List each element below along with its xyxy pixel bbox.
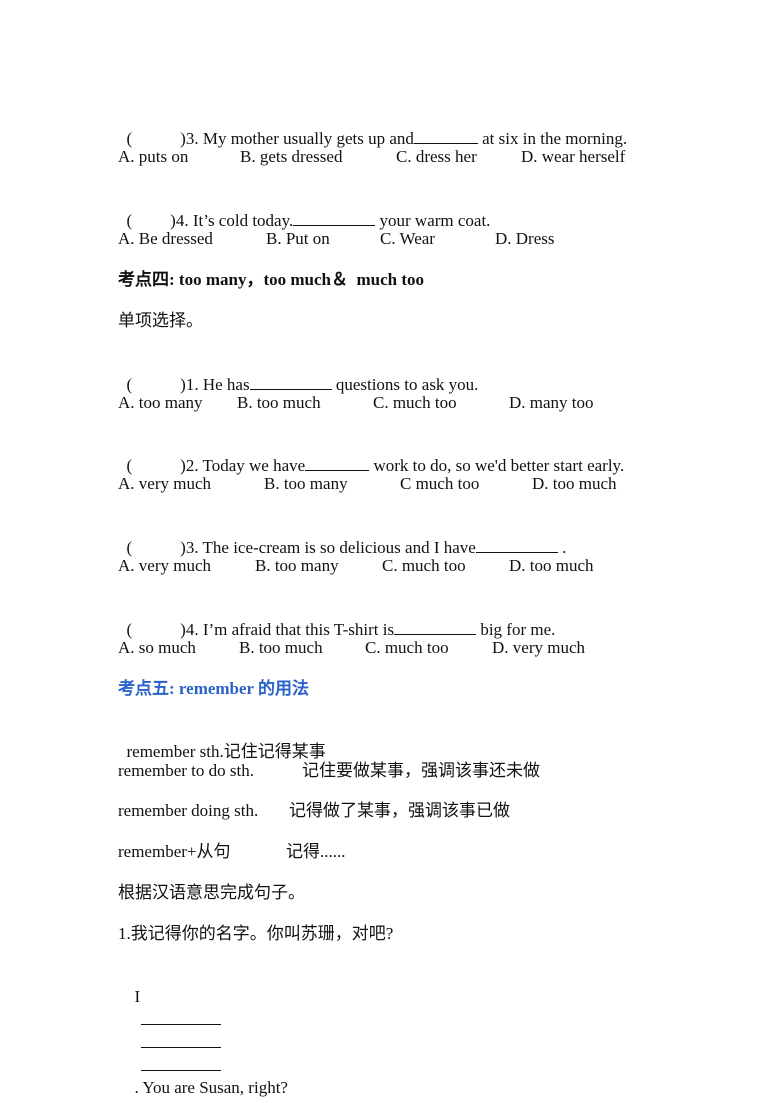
answer-blank[interactable] <box>140 1054 221 1071</box>
question-4-options: A. Be dressed B. Put on C. Wear D. Dress <box>118 228 718 250</box>
option-a: A. so much <box>118 638 196 657</box>
option-a: A. Be dressed <box>118 229 213 248</box>
answer-blank[interactable] <box>394 618 477 635</box>
answer-blank[interactable] <box>475 536 558 553</box>
usage-phrase: remember doing sth. <box>118 801 259 820</box>
option-b: B. too much <box>237 393 321 412</box>
option-c: C. dress her <box>396 147 477 166</box>
option-d: D. too much <box>532 474 617 493</box>
question-2-options: A. very much B. too many C much too D. t… <box>118 473 718 495</box>
answer-blank[interactable] <box>140 1008 221 1025</box>
answer-blank[interactable] <box>305 454 370 471</box>
option-a: A. puts on <box>118 147 189 166</box>
question-4-stem: ()4. I’m afraid that this T-shirt is big… <box>118 596 556 641</box>
option-a: A. too many <box>118 393 203 412</box>
question-1-stem: ()1. He has questions to ask you. <box>118 351 479 396</box>
usage-row: remember doing sth. 记得做了某事，强调该事已做 <box>118 800 718 822</box>
answer-blank[interactable] <box>249 373 332 390</box>
question-3-options: A. very much B. too many C. much too D. … <box>118 555 718 577</box>
option-c: C. much too <box>365 638 449 657</box>
usage-meaning: 记得...... <box>286 842 346 861</box>
answer-blank[interactable] <box>140 1031 221 1048</box>
usage-meaning: 记住要做某事，强调该事还未做 <box>302 761 540 780</box>
section-4-heading: 考点四: too many，too much＆ much too <box>118 270 424 289</box>
translation-answer-line: I . You are Susan, right? <box>126 964 288 1099</box>
answer-blank[interactable] <box>293 209 376 226</box>
option-d: D. Dress <box>495 229 555 248</box>
usage-row: remember to do sth. 记住要做某事，强调该事还未做 <box>118 760 718 782</box>
option-d: D. very much <box>492 638 586 657</box>
option-b: B. too much <box>239 638 323 657</box>
option-a: A. very much <box>118 556 212 575</box>
option-b: B. Put on <box>266 229 330 248</box>
usage-meaning: 记得做了某事，强调该事已做 <box>289 801 510 820</box>
answer-blank[interactable] <box>413 127 478 144</box>
option-d: D. many too <box>509 393 594 412</box>
option-b: B. too many <box>255 556 339 575</box>
usage-phrase: remember+从句 <box>118 842 231 861</box>
option-c: C much too <box>400 474 480 493</box>
section-4-instruction: 单项选择。 <box>118 311 203 330</box>
usage-row: remember sth.记住记得某事 <box>118 719 326 763</box>
answer-end: . You are Susan, right? <box>134 1078 288 1097</box>
question-3-stem: ()3. The ice-cream is so delicious and I… <box>118 514 567 559</box>
usage-row: remember+从句 记得...... <box>118 841 718 863</box>
option-b: B. gets dressed <box>240 147 343 166</box>
option-c: C. Wear <box>380 229 435 248</box>
usage-phrase: remember sth. <box>126 742 224 761</box>
option-d: D. wear herself <box>521 147 626 166</box>
option-d: D. too much <box>509 556 594 575</box>
question-4-stem: ()4. It’s cold today. your warm coat. <box>118 187 491 232</box>
option-a: A. very much <box>118 474 212 493</box>
question-4-options: A. so much B. too much C. much too D. ve… <box>118 637 718 659</box>
usage-phrase: remember to do sth. <box>118 761 254 780</box>
answer-start: I <box>134 987 141 1006</box>
section-5-instruction: 根据汉语意思完成句子。 <box>118 883 305 902</box>
option-c: C. much too <box>382 556 466 575</box>
question-1-options: A. too many B. too much C. much too D. m… <box>118 392 718 414</box>
question-3-options: A. puts on B. gets dressed C. dress her … <box>118 146 718 168</box>
usage-meaning: 记住记得某事 <box>223 742 326 761</box>
section-5-heading: 考点五: remember 的用法 <box>118 679 310 698</box>
question-3-stem: ()3. My mother usually gets up and at si… <box>118 105 628 150</box>
option-c: C. much too <box>373 393 457 412</box>
question-2-stem: ()2. Today we have work to do, so we'd b… <box>118 432 625 477</box>
option-b: B. too many <box>264 474 348 493</box>
translation-prompt: 1.我记得你的名字。你叫苏珊，对吧? <box>118 924 394 943</box>
